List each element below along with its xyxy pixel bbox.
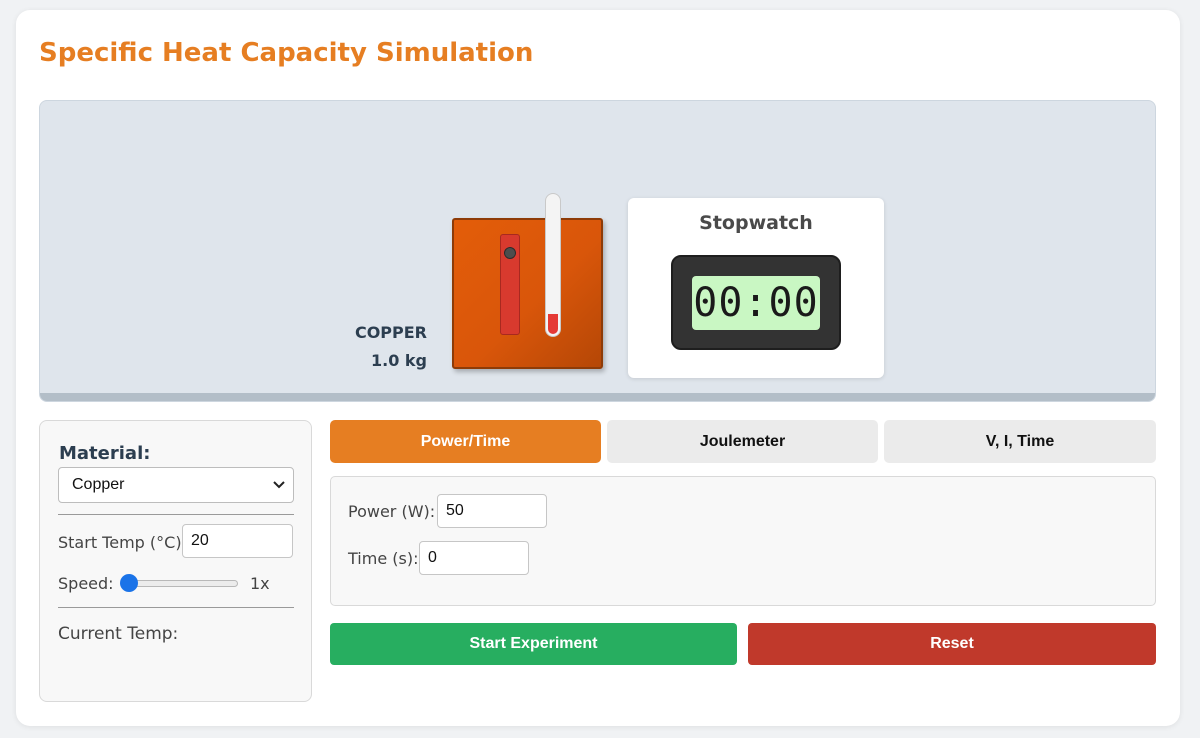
material-mass: 1.0 kg <box>370 351 427 370</box>
material-select[interactable]: Copper <box>58 467 294 503</box>
tab-v-i-time[interactable]: V, I, Time <box>884 420 1156 463</box>
speed-label: Speed: <box>58 574 114 593</box>
thermometer <box>545 193 561 337</box>
input-fields-panel: Power (W): 50 Time (s): 0 <box>330 476 1156 606</box>
speed-slider-thumb[interactable] <box>120 574 138 592</box>
copper-block <box>452 193 603 369</box>
time-label: Time (s): <box>348 549 419 568</box>
divider <box>58 607 294 608</box>
start-temp-input[interactable]: 20 <box>182 524 293 558</box>
stopwatch-panel: Stopwatch 00:00 <box>628 198 884 378</box>
material-select-value: Copper <box>72 476 125 493</box>
material-info: COPPER 1.0 kg <box>355 319 427 375</box>
power-input[interactable]: 50 <box>437 494 547 528</box>
heater-terminal <box>504 247 516 259</box>
tab-joulemeter[interactable]: Joulemeter <box>607 420 878 463</box>
reset-button[interactable]: Reset <box>748 623 1156 665</box>
speed-slider[interactable] <box>124 580 238 587</box>
experiment-stage: COPPER 1.0 kg Stopwatch 00:00 <box>39 100 1156 402</box>
immersion-heater <box>500 234 520 335</box>
stopwatch-display: 00:00 <box>692 276 820 330</box>
divider <box>58 514 294 515</box>
tab-power-time[interactable]: Power/Time <box>330 420 601 463</box>
chevron-down-icon <box>273 468 285 515</box>
stopwatch-body: 00:00 <box>671 255 841 350</box>
material-label: Material: <box>59 443 151 464</box>
material-name: COPPER <box>354 323 427 342</box>
page-title: Specific Heat Capacity Simulation <box>39 38 534 68</box>
start-experiment-button[interactable]: Start Experiment <box>330 623 737 665</box>
power-label: Power (W): <box>348 502 436 521</box>
thermometer-liquid <box>548 314 558 334</box>
settings-panel: Material: Copper Start Temp (°C): 20 Spe… <box>39 420 312 702</box>
stage-floor <box>40 393 1155 401</box>
speed-value: 1x <box>250 574 270 593</box>
start-temp-label: Start Temp (°C): <box>58 533 187 552</box>
time-input[interactable]: 0 <box>419 541 529 575</box>
current-temp-label: Current Temp: <box>58 624 179 644</box>
stopwatch-title: Stopwatch <box>699 212 813 234</box>
